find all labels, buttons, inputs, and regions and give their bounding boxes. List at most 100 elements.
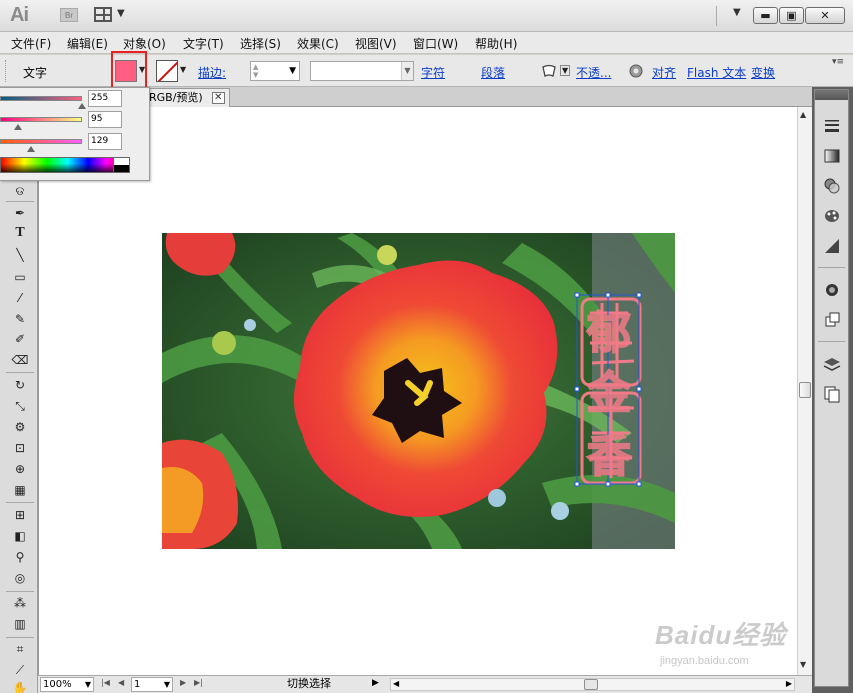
close-button[interactable]: ✕	[805, 7, 845, 24]
paragraph-panel-link[interactable]: 段落	[481, 64, 505, 81]
shape-builder-tool-icon[interactable]: ⊕	[10, 460, 30, 478]
menu-object[interactable]: 对象(O)	[123, 35, 166, 52]
text-style-icon[interactable]	[541, 63, 557, 79]
red-slider[interactable]: 255	[0, 89, 150, 109]
symbols-panel-icon[interactable]	[822, 310, 842, 330]
bridge-button[interactable]: Br	[60, 8, 78, 22]
artboard-canvas[interactable]: 郁 金 香	[38, 107, 798, 675]
red-slider-thumb[interactable]	[78, 103, 86, 109]
menu-view[interactable]: 视图(V)	[355, 35, 397, 52]
font-family-field[interactable]: ▼	[310, 61, 414, 81]
rectangle-tool-icon[interactable]: ▭	[10, 268, 30, 286]
menu-window[interactable]: 窗口(W)	[413, 35, 458, 52]
symbol-sprayer-tool-icon[interactable]: ⁂	[10, 594, 30, 612]
perspective-grid-tool-icon[interactable]: ▦	[10, 481, 30, 499]
blob-brush-tool-icon[interactable]: ✐	[10, 330, 30, 348]
selected-text-frame[interactable]: 郁 金 香	[162, 233, 675, 549]
scroll-right-icon[interactable]: ▶	[786, 679, 792, 688]
minimize-button[interactable]: ▬	[753, 7, 778, 24]
next-artboard-icon[interactable]: ▶	[180, 678, 186, 687]
blue-value-field[interactable]: 129	[88, 133, 122, 150]
line-tool-icon[interactable]: ╲	[10, 246, 30, 264]
red-slider-track[interactable]	[0, 96, 82, 101]
color-spectrum[interactable]	[0, 157, 130, 173]
black-white-swatch[interactable]	[113, 157, 130, 173]
paintbrush-tool-icon[interactable]: ⁄	[10, 289, 30, 307]
blue-slider-thumb[interactable]	[27, 146, 35, 152]
chevron-down-icon[interactable]: ▼	[560, 65, 571, 76]
warp-tool-icon[interactable]: ⚙	[10, 418, 30, 436]
black-swatch[interactable]	[114, 165, 129, 172]
rotate-tool-icon[interactable]: ↻	[10, 376, 30, 394]
blue-slider-track[interactable]	[0, 139, 82, 144]
artboard-number-field[interactable]: 1 ▼	[131, 677, 173, 692]
gradient-tool-icon[interactable]: ◧	[10, 527, 30, 545]
free-transform-tool-icon[interactable]: ⊡	[10, 439, 30, 457]
scroll-thumb[interactable]	[799, 382, 811, 398]
layers-panel-icon[interactable]	[822, 354, 842, 374]
horizontal-scrollbar[interactable]: ◀ ▶	[390, 678, 795, 691]
scroll-thumb[interactable]	[584, 679, 598, 690]
stroke-panel-icon[interactable]	[822, 116, 842, 136]
slice-tool-icon[interactable]: ⟋	[10, 661, 30, 679]
arrange-documents-button[interactable]: ▼	[94, 7, 128, 24]
menu-file[interactable]: 文件(F)	[11, 35, 51, 52]
flash-text-link[interactable]: Flash 文本	[687, 64, 746, 81]
tulip-photo[interactable]: 郁 金 香	[162, 233, 675, 549]
stroke-panel-link[interactable]: 描边:	[198, 64, 226, 81]
first-artboard-icon[interactable]: |◀	[101, 678, 110, 687]
dock-header[interactable]	[815, 90, 848, 100]
stroke-none-swatch[interactable]	[156, 60, 178, 82]
color-guide-icon[interactable]	[822, 206, 842, 226]
scale-tool-icon[interactable]: ⤡	[10, 397, 30, 415]
status-menu-arrow-icon[interactable]: ▶	[372, 678, 379, 688]
pen-tool-icon[interactable]: ✒	[10, 204, 30, 222]
menu-help[interactable]: 帮助(H)	[475, 35, 517, 52]
stepper-icon[interactable]: ▲ ▼	[253, 63, 258, 79]
eyedropper-tool-icon[interactable]: ⚲	[10, 548, 30, 566]
transparency-panel-icon[interactable]	[822, 176, 842, 196]
chevron-down-icon[interactable]: ▼	[289, 66, 296, 76]
last-artboard-icon[interactable]: ▶|	[194, 678, 203, 687]
recolor-icon[interactable]	[628, 63, 644, 79]
scroll-down-icon[interactable]: ▼	[800, 660, 806, 669]
hand-tool-icon[interactable]: ✋	[10, 679, 30, 693]
chevron-down-icon[interactable]: ▼	[85, 678, 91, 691]
green-slider-track[interactable]	[0, 117, 82, 122]
pencil-tool-icon[interactable]: ✎	[10, 310, 30, 328]
status-mode[interactable]: 切换选择	[236, 677, 382, 692]
white-swatch[interactable]	[114, 158, 129, 165]
menu-edit[interactable]: 编辑(E)	[67, 35, 108, 52]
green-slider-thumb[interactable]	[14, 124, 22, 130]
workspace-switcher-button[interactable]: ▼	[733, 7, 741, 18]
chevron-down-icon[interactable]: ▼	[401, 62, 413, 80]
artboard-tool-icon[interactable]: ⌗	[10, 640, 30, 658]
green-slider[interactable]: 95	[0, 110, 150, 130]
panel-menu-icon[interactable]: ▾≡	[832, 57, 844, 67]
vertical-scrollbar[interactable]: ▲ ▼	[797, 107, 812, 675]
blue-slider[interactable]: 129	[0, 132, 150, 152]
scroll-up-icon[interactable]: ▲	[800, 110, 806, 119]
lasso-tool-icon[interactable]: ଡ	[10, 182, 30, 200]
green-value-field[interactable]: 95	[88, 111, 122, 128]
scroll-left-icon[interactable]: ◀	[393, 679, 399, 688]
mesh-tool-icon[interactable]: ⊞	[10, 506, 30, 524]
zoom-field[interactable]: 100% ▼	[40, 677, 94, 692]
gradient-panel-icon[interactable]	[822, 146, 842, 166]
chevron-down-icon[interactable]: ▼	[180, 65, 186, 74]
appearance-panel-icon[interactable]	[822, 236, 842, 256]
menu-type[interactable]: 文字(T)	[183, 35, 224, 52]
red-value-field[interactable]: 255	[88, 90, 122, 107]
chevron-down-icon[interactable]: ▼	[164, 678, 170, 691]
blend-tool-icon[interactable]: ◎	[10, 569, 30, 587]
column-graph-tool-icon[interactable]: ▥	[10, 615, 30, 633]
character-panel-link[interactable]: 字符	[421, 64, 445, 81]
graphic-styles-icon[interactable]	[822, 280, 842, 300]
maximize-button[interactable]: ▣	[779, 7, 804, 24]
previous-artboard-icon[interactable]: ◀	[118, 678, 124, 687]
align-panel-link[interactable]: 对齐	[652, 64, 676, 81]
panel-grip[interactable]	[5, 60, 9, 82]
type-tool-icon[interactable]: T	[10, 225, 30, 243]
menu-effect[interactable]: 效果(C)	[297, 35, 339, 52]
opacity-panel-link[interactable]: 不透...	[576, 64, 611, 81]
